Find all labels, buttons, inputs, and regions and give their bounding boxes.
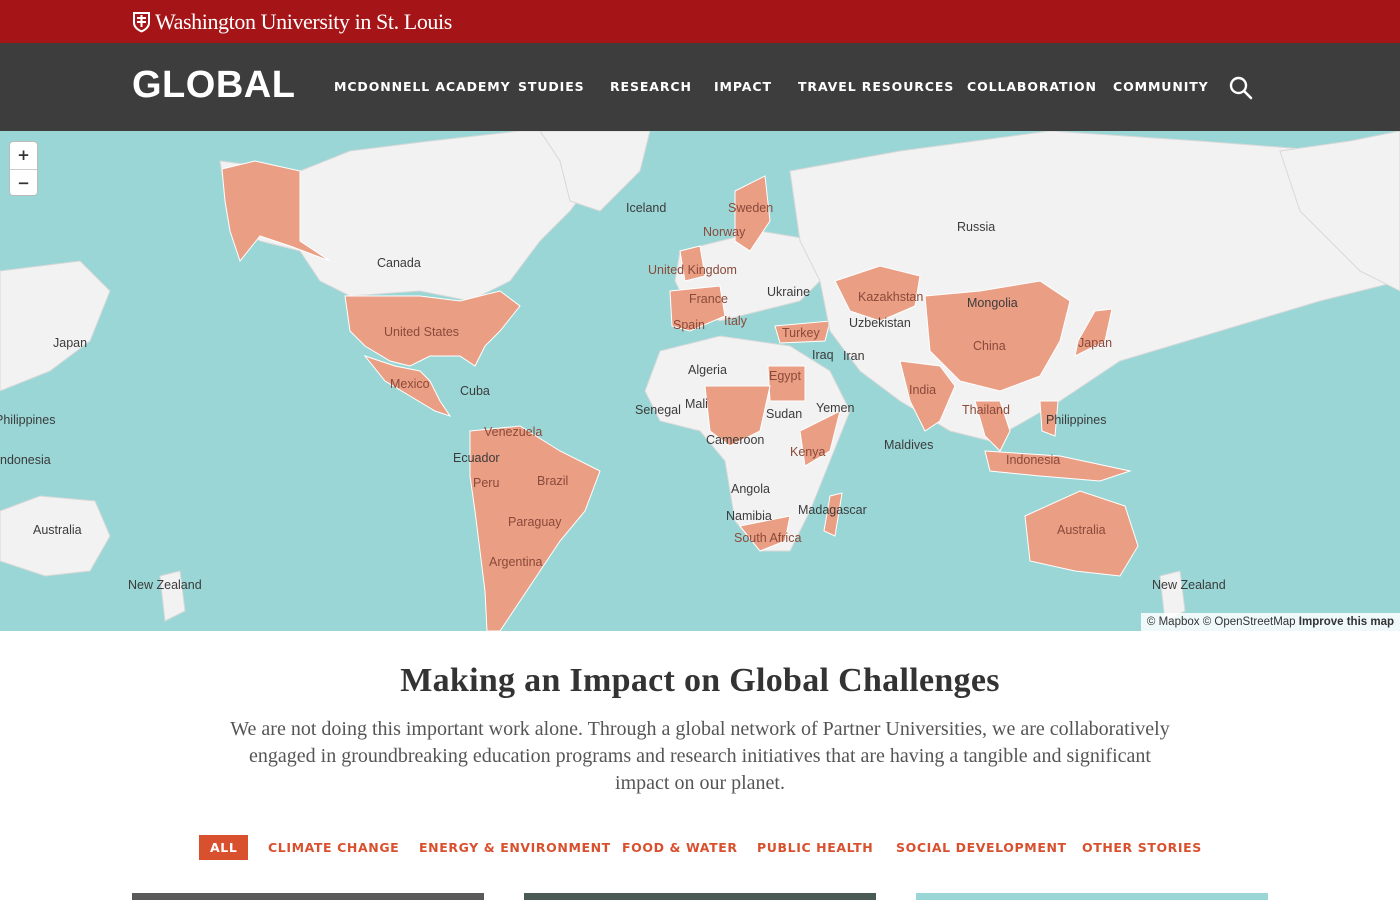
country-indonesia bbox=[984, 450, 1132, 482]
nav-item-mcdonnell-academy[interactable]: MCDONNELL ACADEMY bbox=[334, 79, 511, 94]
country-egypt bbox=[767, 365, 806, 402]
landmass-east-asia-west bbox=[0, 260, 111, 392]
shield-icon bbox=[133, 12, 150, 33]
search-icon[interactable] bbox=[1228, 75, 1254, 101]
country-france-spain bbox=[669, 285, 726, 332]
story-card-image[interactable] bbox=[916, 893, 1268, 900]
main-navigation: GLOBAL MCDONNELL ACADEMY STUDIES RESEARC… bbox=[0, 43, 1400, 131]
mapbox-attribution-link[interactable]: © Mapbox bbox=[1147, 616, 1200, 628]
nav-item-impact[interactable]: IMPACT bbox=[714, 79, 772, 94]
filter-all[interactable]: ALL bbox=[199, 835, 249, 860]
landmass-new-zealand-west bbox=[159, 570, 186, 622]
country-madagascar bbox=[823, 492, 843, 537]
country-turkey bbox=[774, 320, 831, 344]
map-canvas[interactable] bbox=[0, 131, 1400, 631]
story-filter-bar: ALL CLIMATE CHANGE ENERGY & ENVIRONMENT … bbox=[0, 835, 1400, 861]
osm-attribution-link[interactable]: © OpenStreetMap bbox=[1203, 616, 1296, 628]
story-card-image[interactable] bbox=[132, 893, 484, 900]
story-card-image[interactable] bbox=[524, 893, 876, 900]
country-australia bbox=[1024, 490, 1139, 577]
zoom-out-button[interactable]: − bbox=[10, 169, 37, 195]
filter-social-development[interactable]: SOCIAL DEVELOPMENT bbox=[896, 835, 1067, 860]
university-bar: Washington University in St. Louis bbox=[0, 0, 1400, 43]
landmass-australia-west bbox=[0, 495, 111, 577]
world-map[interactable]: + − Iceland Sweden Norway Russia Canada … bbox=[0, 131, 1400, 631]
intro-paragraph: We are not doing this important work alo… bbox=[230, 718, 1170, 794]
filter-public-health[interactable]: PUBLIC HEALTH bbox=[757, 835, 873, 860]
map-attribution: © Mapbox © OpenStreetMap Improve this ma… bbox=[1140, 613, 1400, 631]
university-logo[interactable]: Washington University in St. Louis bbox=[132, 9, 452, 35]
country-south-america bbox=[469, 425, 601, 631]
zoom-in-button[interactable]: + bbox=[10, 142, 37, 169]
zoom-controls: + − bbox=[9, 141, 38, 196]
university-name: Washington University in St. Louis bbox=[155, 9, 452, 34]
improve-map-link[interactable]: Improve this map bbox=[1299, 616, 1394, 628]
page-headline: Making an Impact on Global Challenges bbox=[400, 662, 1000, 699]
filter-food-water[interactable]: FOOD & WATER bbox=[622, 835, 738, 860]
filter-energy-environment[interactable]: ENERGY & ENVIRONMENT bbox=[419, 835, 611, 860]
country-united-states bbox=[344, 290, 521, 367]
nav-item-travel-resources[interactable]: TRAVEL RESOURCES bbox=[798, 79, 954, 94]
nav-item-collaboration[interactable]: COLLABORATION bbox=[967, 79, 1097, 94]
country-philippines bbox=[1039, 400, 1059, 437]
filter-climate-change[interactable]: CLIMATE CHANGE bbox=[268, 835, 399, 860]
country-uk-ireland bbox=[679, 245, 706, 282]
nav-item-studies[interactable]: STUDIES bbox=[518, 79, 585, 94]
site-title[interactable]: GLOBAL bbox=[132, 64, 295, 107]
filter-other-stories[interactable]: OTHER STORIES bbox=[1082, 835, 1202, 860]
nav-item-community[interactable]: COMMUNITY bbox=[1113, 79, 1209, 94]
nav-item-research[interactable]: RESEARCH bbox=[610, 79, 692, 94]
